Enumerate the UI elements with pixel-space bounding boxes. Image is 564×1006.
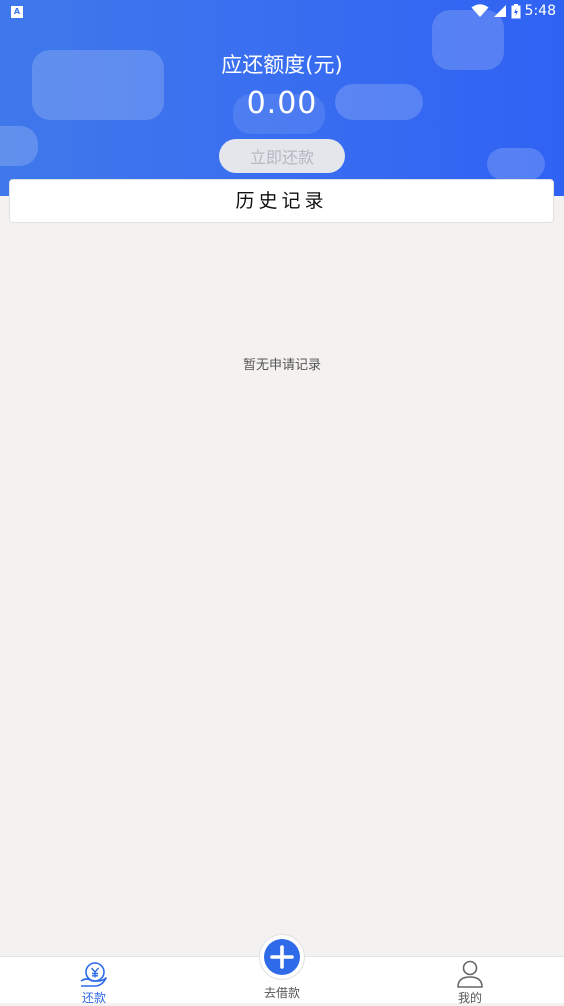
borrow-plus-button[interactable] [259, 934, 305, 980]
app-notification-icon: A [11, 6, 23, 18]
plus-icon [264, 939, 300, 975]
tab-repay[interactable]: 还款 [54, 957, 134, 1005]
status-time: 5:48 [524, 3, 556, 19]
decorative-blob [487, 148, 545, 180]
amount-due-value: 0.00 [246, 86, 318, 121]
decorative-blob [0, 126, 38, 166]
repay-icon [80, 962, 107, 987]
tab-mine[interactable]: 我的 [430, 957, 510, 1005]
history-title: 历史记录 [235, 190, 328, 212]
wifi-icon [471, 4, 489, 17]
amount-due-label: 应还额度(元) [221, 53, 343, 77]
header-banner: A 5:48 应还额度(元) 0.00 立即还款 [0, 0, 564, 196]
signal-icon [493, 5, 506, 17]
empty-state-text: 暂无申请记录 [242, 358, 321, 373]
user-icon [457, 960, 483, 988]
tab-borrow-label: 去借款 [263, 986, 300, 1000]
tab-mine-label: 我的 [457, 991, 482, 1005]
tab-repay-label: 还款 [81, 991, 106, 1005]
status-bar: A 5:48 [0, 0, 564, 26]
repay-now-button[interactable]: 立即还款 [219, 139, 345, 173]
battery-icon [511, 3, 521, 18]
status-indicators: 5:48 [471, 3, 556, 19]
history-records-header: 历史记录 [9, 179, 554, 223]
